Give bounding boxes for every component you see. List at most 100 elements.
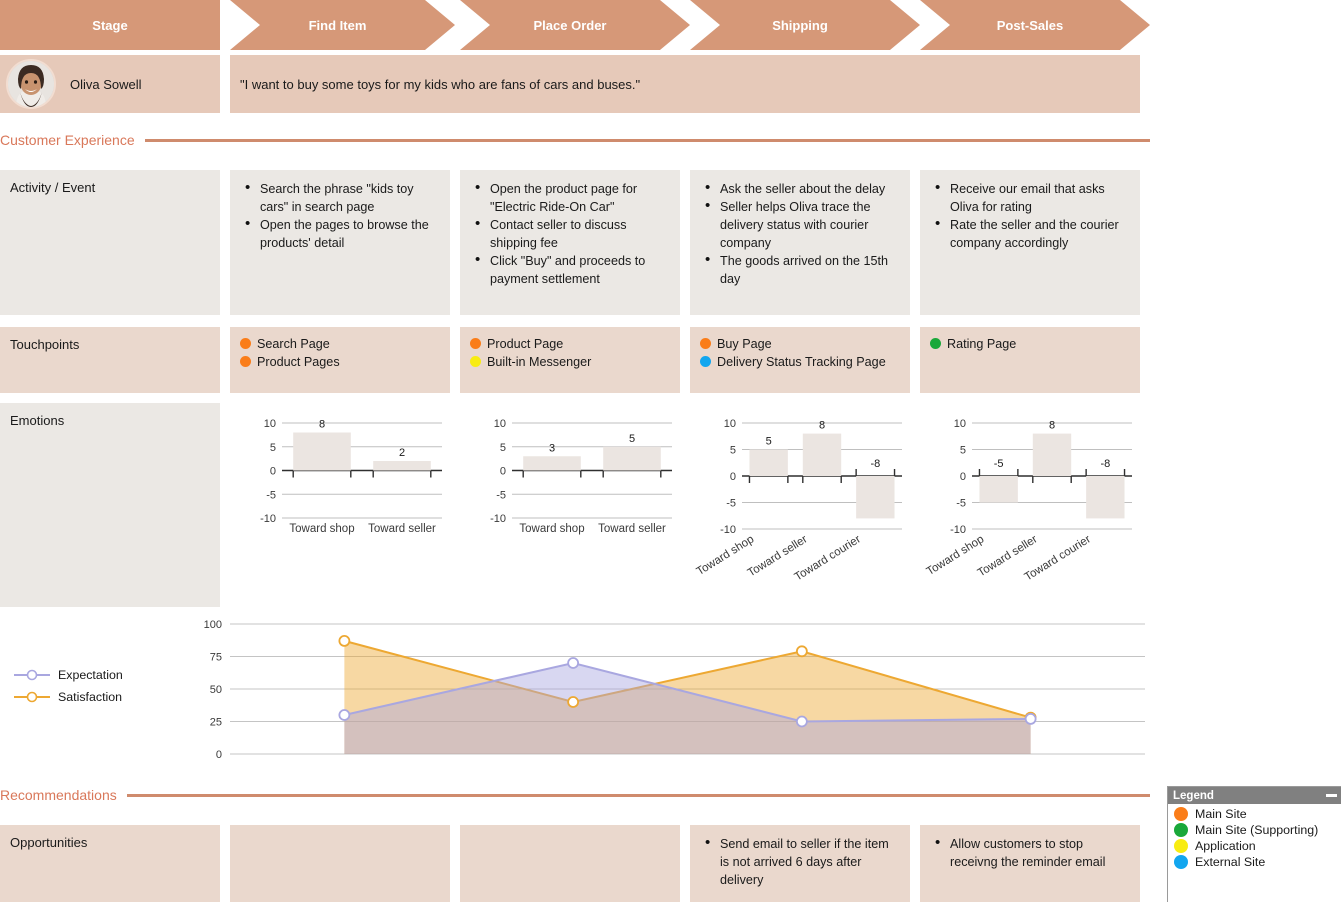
bullet-list: Receive our email that asks Oliva for ra…: [920, 170, 1140, 252]
section-label: Customer Experience: [0, 132, 135, 148]
bar[interactable]: [293, 432, 351, 471]
list-item: Ask the seller about the delay: [705, 179, 900, 198]
data-point[interactable]: [795, 645, 808, 658]
list-item: Main Site (Supporting): [1174, 823, 1341, 837]
touchpoint-list: Search Page Product Pages: [230, 327, 450, 371]
avatar: [6, 59, 56, 109]
y-axis-tick-label: 5: [730, 445, 736, 457]
y-axis-tick-label: 5: [500, 442, 506, 454]
legend-item-label: Application: [1195, 839, 1256, 853]
stage-chevron-find-item[interactable]: Find Item: [230, 0, 455, 50]
y-axis-tick-label: -10: [720, 524, 736, 536]
legend-entry-satisfaction[interactable]: Satisfaction: [12, 690, 123, 704]
data-point[interactable]: [338, 634, 351, 647]
list-item: Built-in Messenger: [468, 353, 672, 371]
bullet-list: Search the phrase "kids toy cars" in sea…: [230, 170, 450, 252]
bar[interactable]: [1086, 476, 1125, 519]
data-point[interactable]: [1024, 713, 1037, 725]
touchpoint-dot-icon: [470, 338, 481, 349]
bar[interactable]: [603, 446, 661, 471]
bar[interactable]: [1032, 433, 1072, 476]
opportunities-cell-place-order: [460, 825, 680, 902]
bullet-list: Open the product page for "Electric Ride…: [460, 170, 680, 288]
touchpoint-dot-icon: [700, 356, 711, 367]
data-point[interactable]: [567, 657, 580, 669]
journey-map-canvas: Stage Find Item Place Order Shipping Pos…: [0, 0, 1341, 902]
touchpoint-label: Product Page: [487, 337, 564, 351]
row-label-emotions: Emotions: [0, 403, 220, 607]
legend-item-label: External Site: [1195, 855, 1266, 869]
bar-chart: 1050-5-10-58-8Toward shopToward sellerTo…: [925, 418, 1132, 584]
y-axis-tick-label: 75: [210, 652, 222, 664]
row-label-text: Opportunities: [10, 835, 88, 850]
bar-value-label: -8: [870, 458, 880, 470]
bar[interactable]: [373, 461, 431, 471]
legend-titlebar: Legend: [1168, 787, 1341, 804]
y-axis-tick-label: 10: [954, 418, 966, 430]
x-axis-category-label: Toward shop: [289, 523, 354, 535]
stage-label: Find Item: [308, 17, 367, 33]
bar[interactable]: [523, 456, 581, 471]
row-label-activity: Activity / Event: [0, 170, 220, 315]
bar-value-label: 8: [1049, 420, 1055, 432]
touchpoint-dot-icon: [240, 338, 251, 349]
stage-header-label: Stage: [92, 17, 128, 33]
stage-label: Post-Sales: [996, 17, 1064, 33]
touchpoints-cell-shipping: Buy Page Delivery Status Tracking Page: [690, 327, 910, 393]
touchpoint-label: Search Page: [257, 337, 330, 351]
minimize-icon[interactable]: [1326, 794, 1337, 797]
data-point[interactable]: [795, 715, 808, 728]
section-header-customer-experience: Customer Experience: [0, 132, 1150, 148]
list-item: Buy Page: [698, 335, 902, 353]
bar-value-label: -5: [994, 458, 1004, 470]
y-axis-tick-label: -5: [726, 498, 736, 510]
opportunities-cell-find-item: [230, 825, 450, 902]
y-axis-tick-label: -10: [950, 524, 966, 536]
bar[interactable]: [802, 433, 842, 476]
touchpoint-dot-icon: [240, 356, 251, 367]
bar-value-label: 2: [399, 447, 405, 459]
y-axis-tick-label: 10: [494, 418, 506, 430]
stage-chevron-post-sales[interactable]: Post-Sales: [920, 0, 1150, 50]
bar-value-label: 3: [549, 442, 555, 454]
row-label-text: Touchpoints: [10, 337, 80, 352]
list-item: Product Pages: [238, 353, 442, 371]
row-label-touchpoints: Touchpoints: [0, 327, 220, 393]
data-point[interactable]: [567, 696, 580, 708]
bullet-list: Ask the seller about the delay Seller he…: [690, 170, 910, 288]
legend-list: Main Site Main Site (Supporting) Applica…: [1168, 804, 1341, 869]
y-axis-tick-label: 10: [724, 418, 736, 430]
bullet-list: Send email to seller if the item is not …: [690, 825, 910, 889]
bar[interactable]: [979, 476, 1018, 503]
stage-chevron-shipping[interactable]: Shipping: [690, 0, 920, 50]
emotions-chart-place-order: 10 5 0 -5 -10 3 5 Toward shop Toward seller: [460, 403, 680, 607]
touchpoint-dot-icon: [470, 356, 481, 367]
stage-header-row: Stage Find Item Place Order Shipping Pos…: [0, 0, 1341, 50]
list-item: The goods arrived on the 15th day: [705, 251, 900, 288]
data-point[interactable]: [338, 709, 351, 721]
bar[interactable]: [749, 449, 788, 477]
bar-value-label: 8: [319, 419, 325, 431]
bar[interactable]: [856, 476, 895, 519]
y-axis-tick-label: -5: [266, 489, 276, 501]
bullet-list: Allow customers to stop receivng the rem…: [920, 825, 1140, 871]
x-axis-category-label: Toward seller: [368, 523, 436, 535]
emotions-chart-shipping: 10 5 0 -5 -10 5 8 -8 Toward shop Toward seller Tow…: [690, 403, 910, 607]
list-item: Main Site: [1174, 807, 1341, 821]
y-axis-tick-label: 100: [204, 619, 222, 631]
persona-cell: Oliva Sowell: [0, 55, 220, 113]
section-header-recommendations: Recommendations: [0, 787, 1150, 803]
y-axis-tick-label: 25: [210, 717, 222, 729]
row-label-text: Emotions: [10, 413, 65, 428]
legend-panel: Legend Main Site Main Site (Supporting) …: [1167, 786, 1341, 902]
opportunities-cell-post-sales: Allow customers to stop receivng the rem…: [920, 825, 1140, 902]
y-axis-tick-label: -10: [490, 513, 506, 525]
touchpoint-label: Rating Page: [947, 337, 1017, 351]
person-avatar-icon: [8, 61, 54, 107]
legend-marker-icon: [14, 691, 50, 703]
list-item: Click "Buy" and proceeds to payment sett…: [475, 251, 670, 288]
row-label-opportunities: Opportunities: [0, 825, 220, 902]
legend-entry-expectation[interactable]: Expectation: [12, 668, 123, 682]
y-axis-tick-label: 0: [216, 749, 222, 761]
stage-chevron-place-order[interactable]: Place Order: [460, 0, 690, 50]
